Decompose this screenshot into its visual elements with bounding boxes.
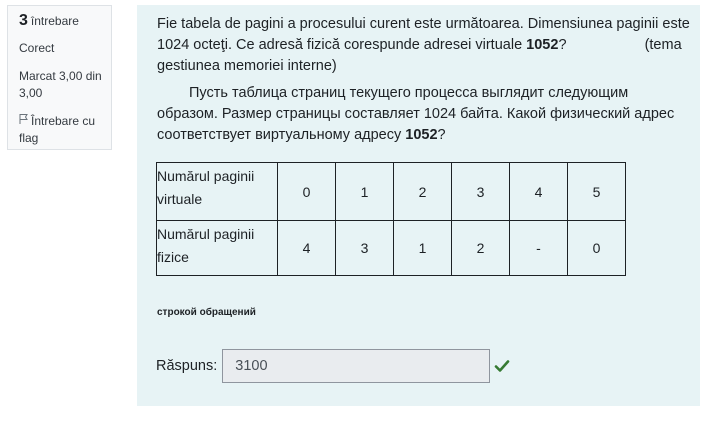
answer-input[interactable]	[222, 349, 491, 383]
answer-row: Răspuns:	[156, 349, 510, 383]
table-cell: 4	[509, 162, 568, 221]
table-note: строкой обращений	[157, 307, 256, 318]
table-cell: 0	[567, 220, 626, 276]
table-cell: 2	[393, 162, 452, 221]
table-cell: 3	[335, 220, 394, 276]
table-cell: 5	[567, 162, 626, 221]
table-cell: 3	[451, 162, 510, 221]
question-text-ru: Пусть таблица страниц текущего процесса …	[157, 85, 675, 143]
question-info-panel: 3 întrebare Corect Marcat 3,00 din 3,00 Î…	[7, 5, 112, 150]
virtual-address-ro: 1052	[526, 37, 559, 53]
question-state: Corect	[19, 41, 55, 55]
table-cell: 4	[277, 220, 336, 276]
row-header-virtual: Numărul paginii virtuale	[156, 162, 278, 221]
table-cell: 1	[335, 162, 394, 221]
table-cell: 2	[451, 220, 510, 276]
question-number: 3 întrebare	[19, 12, 79, 29]
question-grade: Marcat 3,00 din 3,00	[19, 69, 102, 100]
answer-label: Răspuns:	[156, 358, 218, 374]
table-cell: 0	[277, 162, 336, 221]
question-text: Fie tabela de pagini a procesului curent…	[157, 14, 692, 146]
table-cell: 1	[393, 220, 452, 276]
flag-question-link[interactable]: Întrebare cu flag	[19, 113, 111, 147]
correct-check-icon	[494, 358, 510, 374]
question-text-ro: Fie tabela de pagini a procesului curent…	[157, 16, 690, 74]
row-header-physical: Numărul paginii fizice	[156, 220, 278, 276]
question-content: Fie tabela de pagini a procesului curent…	[137, 5, 700, 406]
page-table: Numărul paginii virtuale 0 1 2 3 4 5 Num…	[156, 162, 626, 276]
table-row: Numărul paginii virtuale 0 1 2 3 4 5	[156, 162, 626, 221]
table-cell: -	[509, 220, 568, 276]
table-row: Numărul paginii fizice 4 3 1 2 - 0	[156, 220, 626, 276]
flag-icon[interactable]	[19, 113, 29, 130]
flag-label[interactable]: Întrebare cu flag	[19, 114, 95, 145]
virtual-address-ru: 1052	[405, 127, 438, 143]
